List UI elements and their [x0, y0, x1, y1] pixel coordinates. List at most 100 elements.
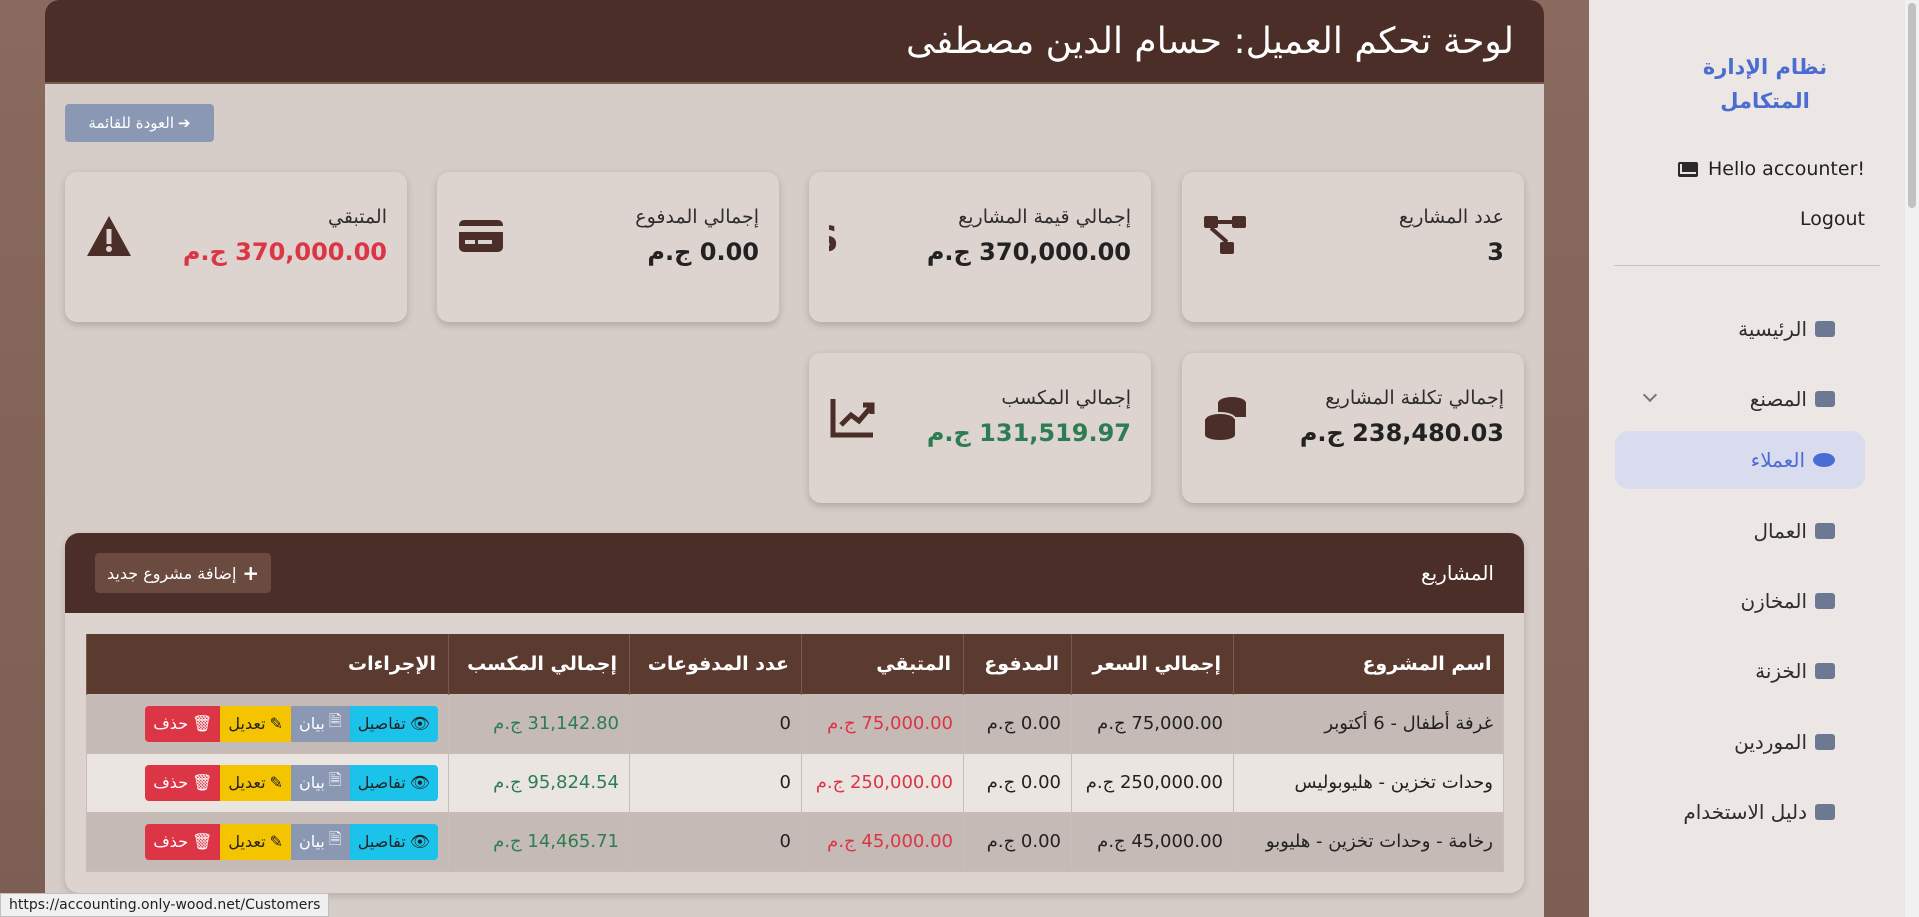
- main-panel: لوحة تحكم العميل: حسام الدين مصطفى ➔ الع…: [45, 0, 1544, 917]
- card-profit: إجمالي المكسب 131,519.97 ج.م: [809, 353, 1151, 503]
- cell-remaining: 75,000.00 ج.م: [801, 693, 964, 754]
- card-value: 3: [1487, 238, 1504, 266]
- file-icon: 🗎: [328, 829, 342, 848]
- cash-register-icon: [1815, 663, 1835, 679]
- statement-label: بيان: [298, 773, 325, 792]
- user-greeting[interactable]: Hello accounter!: [1629, 158, 1865, 180]
- card-label: إجمالي تكلفة المشاريع: [1325, 387, 1504, 409]
- eye-icon: 👁: [409, 832, 430, 851]
- page-title: لوحة تحكم العميل: حسام الدين مصطفى: [45, 0, 1544, 84]
- card-label: المتبقي: [328, 206, 387, 228]
- details-button[interactable]: 👁 تفاصيل: [349, 705, 438, 742]
- home-icon: [1815, 321, 1835, 337]
- add-project-label: إضافة مشروع جديد: [107, 563, 237, 583]
- sidebar-divider: [1614, 265, 1880, 266]
- details-button[interactable]: 👁 تفاصيل: [349, 823, 438, 860]
- cell-payments: 0: [629, 693, 802, 754]
- sidebar-item-suppliers[interactable]: الموردين: [1615, 713, 1865, 771]
- card-projects-count: عدد المشاريع 3: [1182, 172, 1524, 322]
- table-header-row: اسم المشروع إجمالي السعر المدفوع المتبقي…: [86, 634, 1504, 694]
- column-header: عدد المدفوعات: [629, 634, 802, 694]
- status-bar-url: https://accounting.only-wood.net/Custome…: [0, 893, 330, 917]
- plus-icon: +: [242, 561, 260, 585]
- arrow-right-icon: ➔: [178, 114, 191, 132]
- sidebar-item-treasury[interactable]: الخزنة: [1615, 642, 1865, 700]
- card-label: إجمالي المدفوع: [635, 206, 759, 228]
- back-to-list-button[interactable]: ➔ العودة للقائمة: [65, 104, 214, 142]
- delete-label: حذف: [153, 832, 189, 851]
- cell-price: 75,000.00 ج.م: [1071, 693, 1234, 754]
- column-header: إجمالي السعر: [1071, 634, 1234, 694]
- factory-icon: [1815, 391, 1835, 407]
- edit-icon: ✎: [269, 714, 283, 733]
- column-header: الإجراءات: [86, 634, 449, 694]
- cell-project-name: وحدات تخزين - هليوبوليس: [1233, 752, 1504, 813]
- sidebar-item-workers[interactable]: العمال: [1615, 502, 1865, 560]
- column-header: المتبقي: [801, 634, 964, 694]
- column-header: إجمالي المكسب: [448, 634, 630, 694]
- eye-icon: 👁: [409, 714, 430, 733]
- brand-title[interactable]: نظام الإدارة المتكامل: [1695, 50, 1835, 118]
- sidebar-item-label: الرئيسية: [1738, 317, 1807, 341]
- delete-label: حذف: [153, 773, 189, 792]
- sidebar-item-label: الموردين: [1734, 730, 1807, 754]
- cell-actions: 👁 تفاصيل 🗎 بيان ✎ تعديل 🗑 حذف: [86, 693, 449, 754]
- edit-icon: ✎: [269, 773, 283, 792]
- sidebar-item-label: المصنع: [1749, 387, 1807, 411]
- svg-text:$: $: [829, 213, 839, 260]
- sidebar-item-user-guide[interactable]: دليل الاستخدام: [1615, 783, 1865, 841]
- sidebar-item-label: المخازن: [1740, 589, 1807, 613]
- trash-icon: 🗑: [192, 714, 213, 733]
- cell-remaining: 250,000.00 ج.م: [801, 752, 964, 813]
- file-icon: 🗎: [328, 770, 342, 789]
- card-remaining: المتبقي 370,000.00 ج.م: [65, 172, 407, 322]
- edit-label: تعديل: [228, 773, 266, 792]
- logout-link[interactable]: Logout: [1800, 208, 1865, 230]
- statement-button[interactable]: 🗎 بيان: [290, 705, 350, 742]
- delete-button[interactable]: 🗑 حذف: [145, 705, 221, 742]
- cell-profit: 31,142.80 ج.م: [448, 693, 630, 754]
- back-button-label: العودة للقائمة: [88, 114, 175, 132]
- edit-icon: ✎: [269, 832, 283, 851]
- card-cost: إجمالي تكلفة المشاريع 238,480.03 ج.م: [1182, 353, 1524, 503]
- cell-profit: 95,824.54 ج.م: [448, 752, 630, 813]
- sidebar-item-factory[interactable]: المصنع: [1615, 370, 1865, 428]
- edit-button[interactable]: ✎ تعديل: [220, 823, 291, 860]
- statement-button[interactable]: 🗎 بيان: [290, 823, 350, 860]
- sidebar-item-customers[interactable]: العملاء: [1615, 431, 1865, 489]
- trash-icon: 🗑: [192, 773, 213, 792]
- table-row: وحدات تخزين - هليوبوليس 250,000.00 ج.م 0…: [86, 752, 1504, 813]
- cell-actions: 👁 تفاصيل 🗎 بيان ✎ تعديل 🗑 حذف: [86, 752, 449, 813]
- warehouse-icon: [1815, 593, 1835, 609]
- sidebar: نظام الإدارة المتكامل Hello accounter! L…: [1589, 0, 1905, 917]
- add-project-button[interactable]: + إضافة مشروع جديد: [95, 553, 272, 593]
- sidebar-item-label: العملاء: [1750, 448, 1805, 472]
- table-row: غرفة أطفال - 6 أكتوبر 75,000.00 ج.م 0.00…: [86, 693, 1504, 754]
- file-icon: 🗎: [328, 711, 342, 730]
- edit-button[interactable]: ✎ تعديل: [220, 705, 291, 742]
- sidebar-item-label: العمال: [1753, 519, 1808, 543]
- book-icon: [1815, 804, 1835, 820]
- statement-button[interactable]: 🗎 بيان: [290, 764, 350, 801]
- scrollbar-thumb[interactable]: [1908, 3, 1916, 208]
- statement-label: بيان: [298, 714, 325, 733]
- delete-button[interactable]: 🗑 حذف: [145, 823, 221, 860]
- edit-button[interactable]: ✎ تعديل: [220, 764, 291, 801]
- delete-button[interactable]: 🗑 حذف: [145, 764, 221, 801]
- card-value: 0.00 ج.م: [647, 238, 759, 266]
- envelope-icon: [1677, 161, 1698, 177]
- chart-line-icon: [830, 399, 875, 438]
- cell-project-name: رخامة - وحدات تخزين - هليوبو: [1233, 811, 1504, 872]
- sidebar-item-home[interactable]: الرئيسية: [1615, 300, 1865, 358]
- users-icon: [1813, 453, 1835, 467]
- table-row: رخامة - وحدات تخزين - هليوبو 45,000.00 ج…: [86, 811, 1504, 872]
- page-scrollbar[interactable]: [1905, 0, 1919, 917]
- card-paid: إجمالي المدفوع 0.00 ج.م: [437, 172, 779, 322]
- sidebar-item-warehouses[interactable]: المخازن: [1615, 572, 1865, 630]
- details-label: تفاصيل: [357, 832, 406, 851]
- cell-payments: 0: [629, 811, 802, 872]
- details-button[interactable]: 👁 تفاصيل: [349, 764, 438, 801]
- statement-label: بيان: [298, 832, 325, 851]
- projects-header: المشاريع + إضافة مشروع جديد: [65, 533, 1524, 613]
- cell-profit: 14,465.71 ج.م: [448, 811, 630, 872]
